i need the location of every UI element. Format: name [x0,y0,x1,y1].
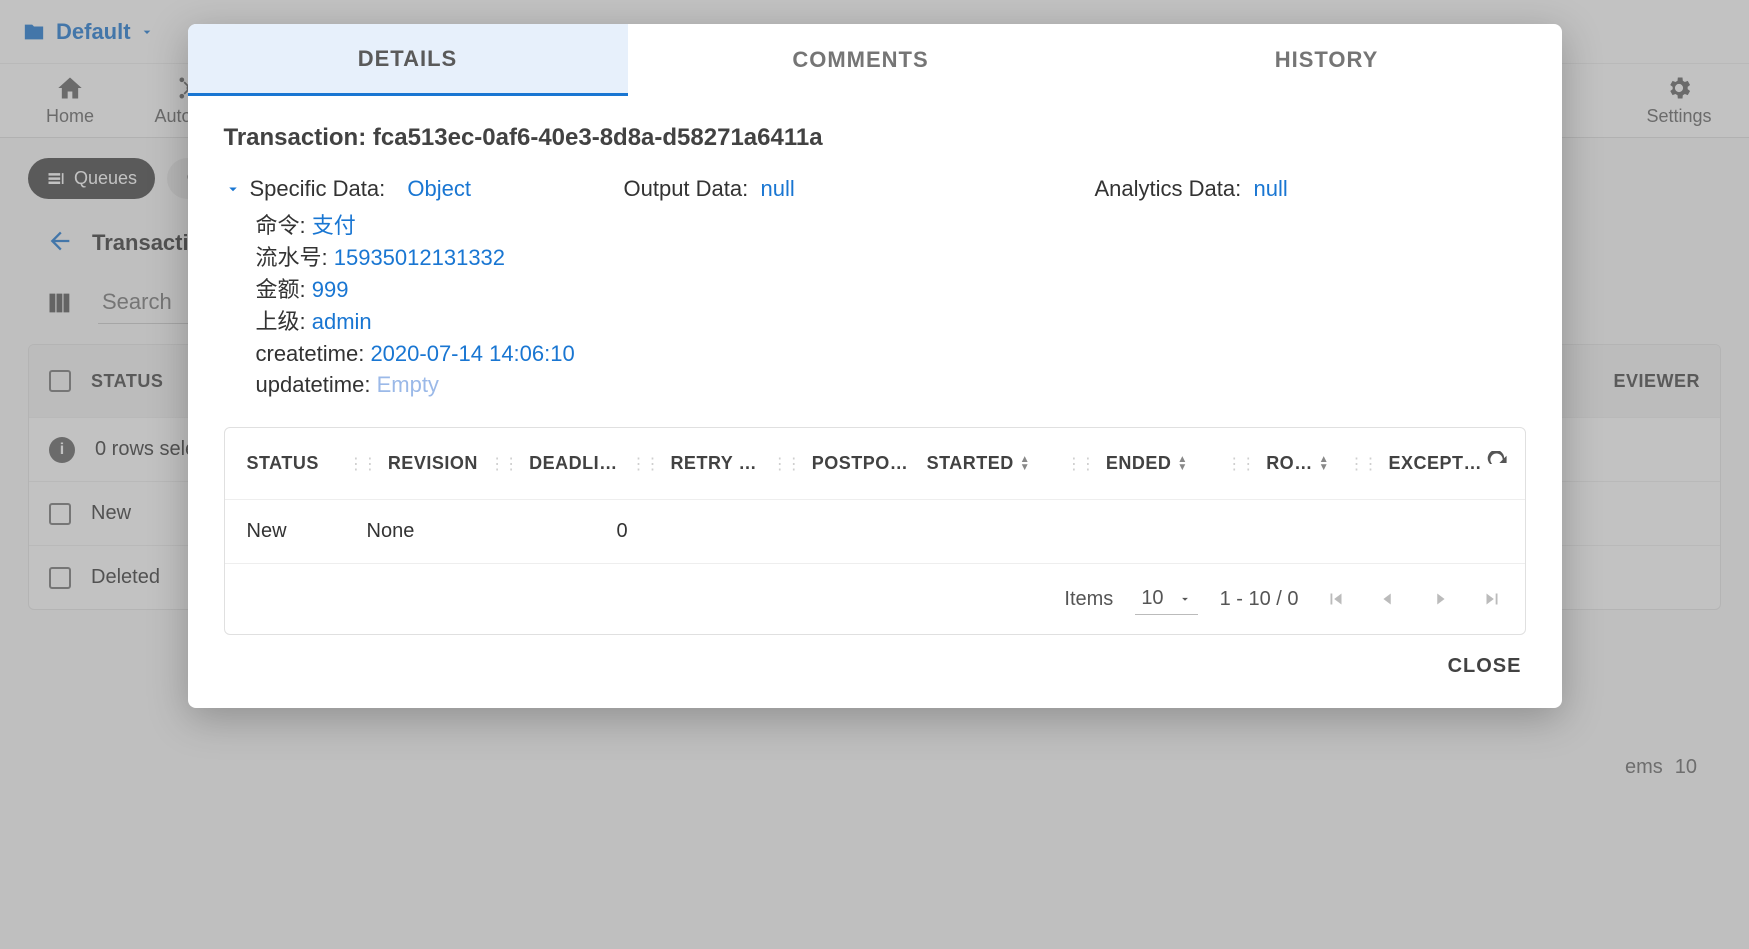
drag-handle-icon[interactable]: ⋮⋮ [1345,454,1381,474]
next-page-button[interactable] [1425,584,1455,614]
close-button[interactable]: CLOSE [1448,655,1522,678]
specific-kv-item: 流水号: 15935012131332 [256,242,584,274]
dropdown-icon [1178,592,1192,606]
col-status[interactable]: STATUS [239,453,344,474]
cell-revision: None [359,520,489,543]
inner-table-header: STATUS ⋮⋮ REVISION ⋮⋮ DEADLI… ⋮⋮ RETRY …… [225,428,1525,500]
data-columns: Specific Data: Object 命令: 支付流水号: 1593501… [224,176,1526,401]
cell-retry: 0 [609,520,729,543]
drag-handle-icon[interactable]: ⋮⋮ [1062,454,1098,474]
sort-icon: ▲▼ [1319,456,1329,472]
drag-handle-icon[interactable]: ⋮⋮ [485,454,521,474]
inner-table: STATUS ⋮⋮ REVISION ⋮⋮ DEADLI… ⋮⋮ RETRY …… [224,427,1526,635]
modal-overlay[interactable]: DETAILS COMMENTS HISTORY Transaction: fc… [0,0,1749,949]
col-postponed[interactable]: POSTPO… [804,453,919,474]
tab-history[interactable]: HISTORY [1094,24,1560,96]
analytics-data-col: Analytics Data: null [1095,176,1526,401]
transaction-title: Transaction: fca513ec-0af6-40e3-8d8a-d58… [224,124,1526,152]
items-label: Items [1064,588,1113,611]
last-page-button[interactable] [1477,584,1507,614]
inner-table-row[interactable]: New None 0 [225,500,1525,564]
col-ended[interactable]: ENDED▲▼ [1098,453,1222,474]
specific-kv-item: 上级: admin [256,306,584,338]
specific-kv-item: createtime: 2020-07-14 14:06:10 [256,338,584,370]
sort-icon: ▲▼ [1020,456,1030,472]
dialog-tabs: DETAILS COMMENTS HISTORY [188,24,1562,96]
refresh-icon[interactable] [1486,451,1511,477]
items-per-page-select[interactable]: 10 [1135,583,1197,615]
output-data-col: Output Data: null [624,176,1055,401]
col-started[interactable]: STARTED▲▼ [919,453,1062,474]
specific-kv-item: updatetime: Empty [256,369,584,401]
drag-handle-icon[interactable]: ⋮⋮ [626,454,662,474]
specific-kv-list: 命令: 支付流水号: 15935012131332金额: 999上级: admi… [256,210,584,401]
specific-data-header[interactable]: Specific Data: Object [224,176,584,202]
col-deadline[interactable]: DEADLI… [521,453,626,474]
drag-handle-icon[interactable]: ⋮⋮ [1222,454,1258,474]
specific-data-col: Specific Data: Object 命令: 支付流水号: 1593501… [224,176,584,401]
cell-status: New [239,520,359,543]
specific-kv-item: 命令: 支付 [256,210,584,242]
col-robot[interactable]: RO…▲▼ [1258,453,1344,474]
prev-page-button[interactable] [1373,584,1403,614]
dialog-body: Transaction: fca513ec-0af6-40e3-8d8a-d58… [188,96,1562,409]
col-retry[interactable]: RETRY … [662,453,767,474]
range-label: 1 - 10 / 0 [1220,588,1299,611]
specific-kv-item: 金额: 999 [256,274,584,306]
drag-handle-icon[interactable]: ⋮⋮ [344,454,380,474]
chevron-down-icon [224,180,242,198]
sort-icon: ▲▼ [1177,456,1187,472]
tab-details[interactable]: DETAILS [188,24,628,96]
inner-table-footer: Items 10 1 - 10 / 0 [225,564,1525,634]
transaction-dialog: DETAILS COMMENTS HISTORY Transaction: fc… [188,24,1562,708]
tab-comments[interactable]: COMMENTS [628,24,1094,96]
drag-handle-icon[interactable]: ⋮⋮ [768,454,804,474]
first-page-button[interactable] [1321,584,1351,614]
col-revision[interactable]: REVISION [380,453,485,474]
dialog-actions: CLOSE [188,635,1562,708]
col-exception[interactable]: EXCEPT… [1381,453,1486,474]
